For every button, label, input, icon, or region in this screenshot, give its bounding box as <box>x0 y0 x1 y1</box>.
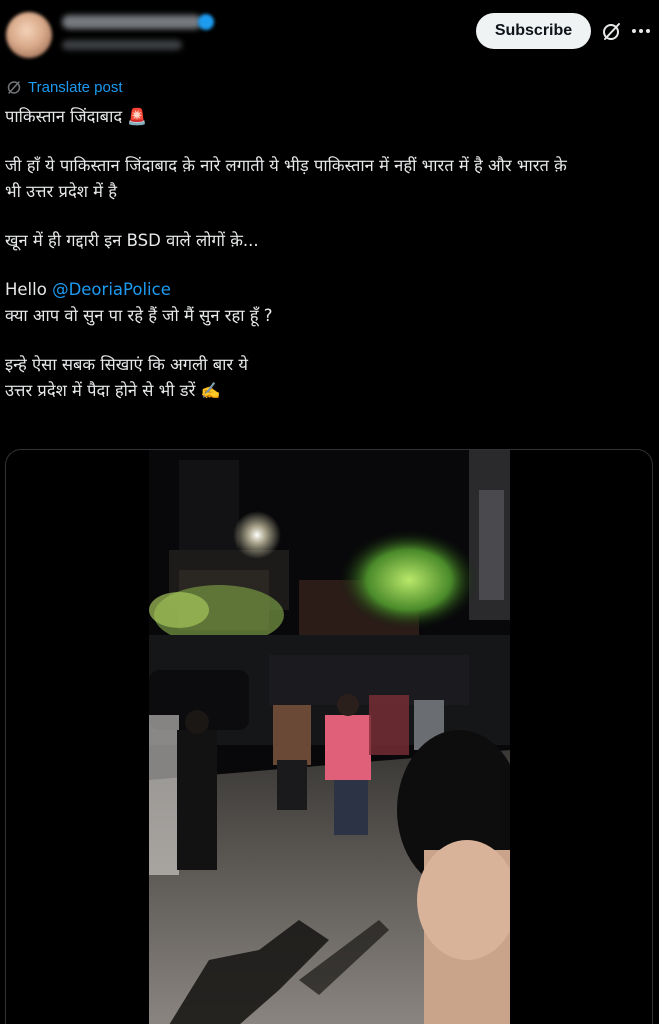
subscribe-button[interactable]: Subscribe <box>476 13 591 49</box>
author-name-redacted[interactable] <box>62 15 202 29</box>
rotating-light-emoji: 🚨 <box>127 107 148 126</box>
media-container[interactable] <box>5 449 653 1024</box>
post-line: पाकिस्तान जिंदाबाद 🚨 <box>5 107 148 126</box>
translate-label[interactable]: Translate post <box>28 79 123 96</box>
translate-icon <box>7 81 21 94</box>
post-header: Subscribe <box>0 0 659 72</box>
verified-badge-icon <box>198 14 214 30</box>
post-body: पाकिस्तान जिंदाबाद 🚨 जी हाँ ये पाकिस्तान… <box>5 104 653 404</box>
video-player[interactable] <box>149 450 510 1024</box>
post-line: जी हाँ ये पाकिस्तान जिंदाबाद क़े नारे लग… <box>5 156 567 175</box>
mention-link[interactable]: @DeoriaPolice <box>52 280 171 299</box>
post-line: उत्तर प्रदेश में पैदा होने से भी डरें ✍️ <box>5 381 221 400</box>
post-line: भी उत्तर प्रदेश में है <box>5 182 118 201</box>
post-line: खून में ही गद्दारी इन BSD वाले लोगों क़े… <box>5 231 259 250</box>
post-line: क्या आप वो सुन पा रहे हैं जो मैं सुन रहा… <box>5 306 273 325</box>
post-line: इन्हे ऐसा सबक सिखाएं कि अगली बार ये <box>5 355 248 374</box>
avatar[interactable] <box>6 12 52 58</box>
more-options-icon[interactable] <box>628 18 654 44</box>
grok-icon[interactable] <box>600 19 624 43</box>
post-line: Hello @DeoriaPolice <box>5 280 171 299</box>
writing-hand-emoji: ✍️ <box>200 381 221 400</box>
translate-post-link[interactable]: Translate post <box>6 77 123 97</box>
author-handle-redacted[interactable] <box>62 40 182 50</box>
